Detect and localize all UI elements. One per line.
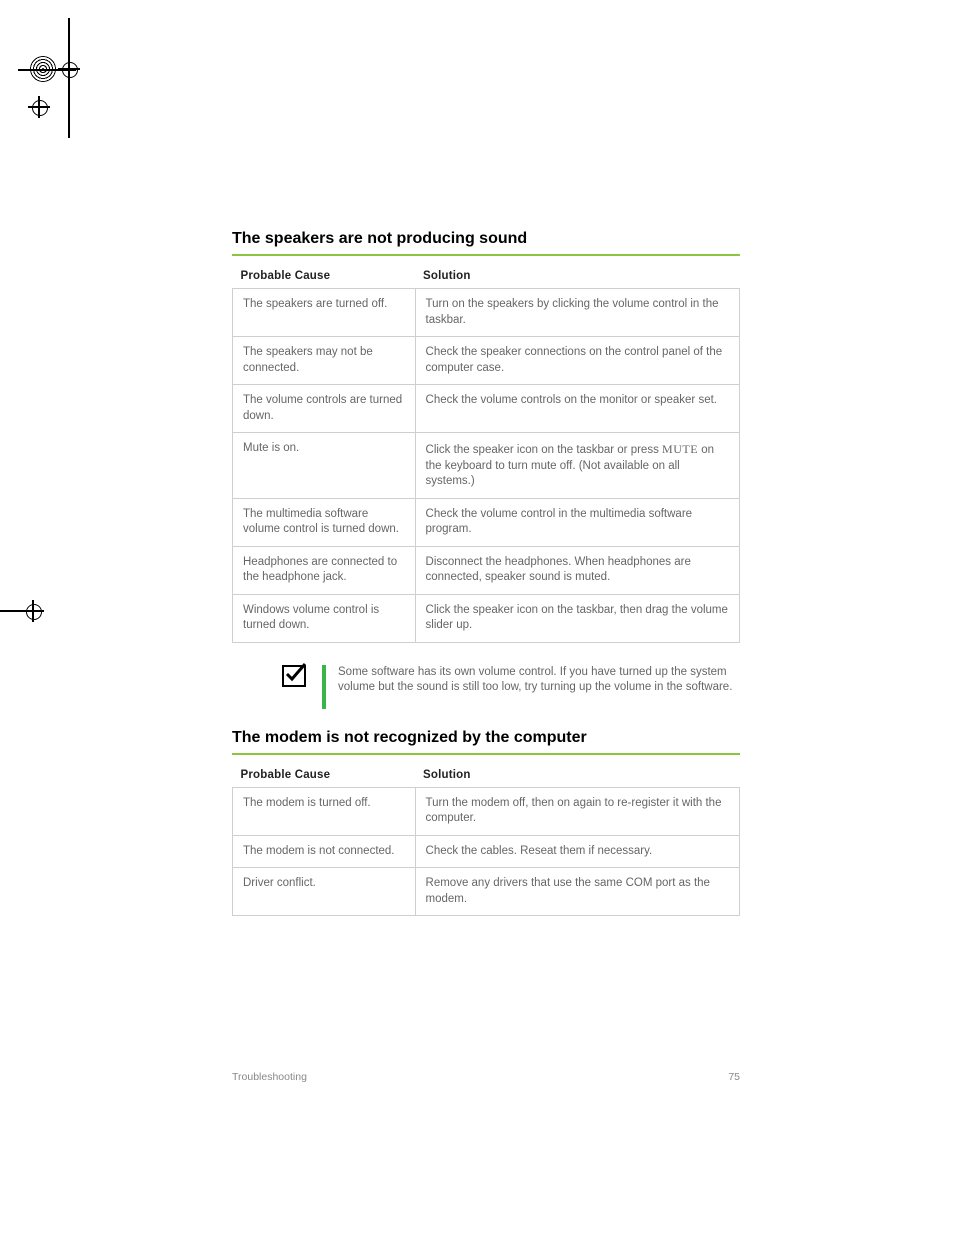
cell-solution: Disconnect the headphones. When headphon… bbox=[415, 546, 739, 594]
note-block: Some software has its own volume control… bbox=[282, 665, 740, 709]
table-row: The modem is turned off. Turn the modem … bbox=[233, 787, 740, 835]
crosshair-icon bbox=[22, 600, 44, 622]
troubleshoot-table: Probable Cause Solution The speakers are… bbox=[232, 264, 740, 643]
spiral-icon bbox=[30, 56, 56, 82]
cell-cause: The modem is turned off. bbox=[233, 787, 416, 835]
cell-cause: Mute is on. bbox=[233, 433, 416, 499]
cell-cause: The modem is not connected. bbox=[233, 835, 416, 868]
cell-cause: The multimedia software volume control i… bbox=[233, 498, 416, 546]
table-row: The volume controls are turned down. Che… bbox=[233, 385, 740, 433]
cell-cause: Windows volume control is turned down. bbox=[233, 594, 416, 642]
cell-solution: Check the volume controls on the monitor… bbox=[415, 385, 739, 433]
footer-section-label: Troubleshooting bbox=[232, 1071, 307, 1083]
cell-cause: The volume controls are turned down. bbox=[233, 385, 416, 433]
col-header-solution: Solution bbox=[415, 763, 739, 788]
note-text: Some software has its own volume control… bbox=[338, 665, 740, 696]
cell-solution: Remove any drivers that use the same COM… bbox=[415, 868, 739, 916]
page-footer: Troubleshooting 75 bbox=[232, 1071, 740, 1083]
col-header-solution: Solution bbox=[415, 264, 739, 289]
page-number: 75 bbox=[728, 1071, 740, 1083]
crosshair-icon bbox=[28, 96, 50, 118]
table-row: Headphones are connected to the headphon… bbox=[233, 546, 740, 594]
table-row: The speakers are turned off. Turn on the… bbox=[233, 289, 740, 337]
section-heading: The modem is not recognized by the compu… bbox=[232, 729, 740, 747]
keycap-label: MUTE bbox=[662, 442, 698, 456]
cell-solution: Click the speaker icon on the taskbar or… bbox=[415, 433, 739, 499]
table-row: The modem is not connected. Check the ca… bbox=[233, 835, 740, 868]
table-row: Driver conflict. Remove any drivers that… bbox=[233, 868, 740, 916]
cell-solution: Check the volume control in the multimed… bbox=[415, 498, 739, 546]
cell-solution: Turn on the speakers by clicking the vol… bbox=[415, 289, 739, 337]
cell-cause: Driver conflict. bbox=[233, 868, 416, 916]
section-rule bbox=[232, 753, 740, 755]
cell-cause: The speakers may not be connected. bbox=[233, 337, 416, 385]
section-heading: The speakers are not producing sound bbox=[232, 230, 740, 248]
table-row: The speakers may not be connected. Check… bbox=[233, 337, 740, 385]
cell-solution: Click the speaker icon on the taskbar, t… bbox=[415, 594, 739, 642]
section-rule bbox=[232, 254, 740, 256]
col-header-cause: Probable Cause bbox=[233, 264, 416, 289]
col-header-cause: Probable Cause bbox=[233, 763, 416, 788]
troubleshoot-table: Probable Cause Solution The modem is tur… bbox=[232, 763, 740, 917]
table-row: Mute is on. Click the speaker icon on th… bbox=[233, 433, 740, 499]
cell-cause: Headphones are connected to the headphon… bbox=[233, 546, 416, 594]
table-row: Windows volume control is turned down. C… bbox=[233, 594, 740, 642]
table-row: The multimedia software volume control i… bbox=[233, 498, 740, 546]
crosshair-icon bbox=[58, 58, 80, 80]
solution-text: Click the speaker icon on the taskbar or… bbox=[426, 444, 663, 456]
cell-cause: The speakers are turned off. bbox=[233, 289, 416, 337]
cell-solution: Check the cables. Reseat them if necessa… bbox=[415, 835, 739, 868]
page-content: The speakers are not producing sound Pro… bbox=[232, 230, 740, 916]
cell-solution: Check the speaker connections on the con… bbox=[415, 337, 739, 385]
note-accent-bar bbox=[322, 665, 326, 709]
cell-solution: Turn the modem off, then on again to re-… bbox=[415, 787, 739, 835]
checkmark-icon bbox=[282, 665, 306, 687]
